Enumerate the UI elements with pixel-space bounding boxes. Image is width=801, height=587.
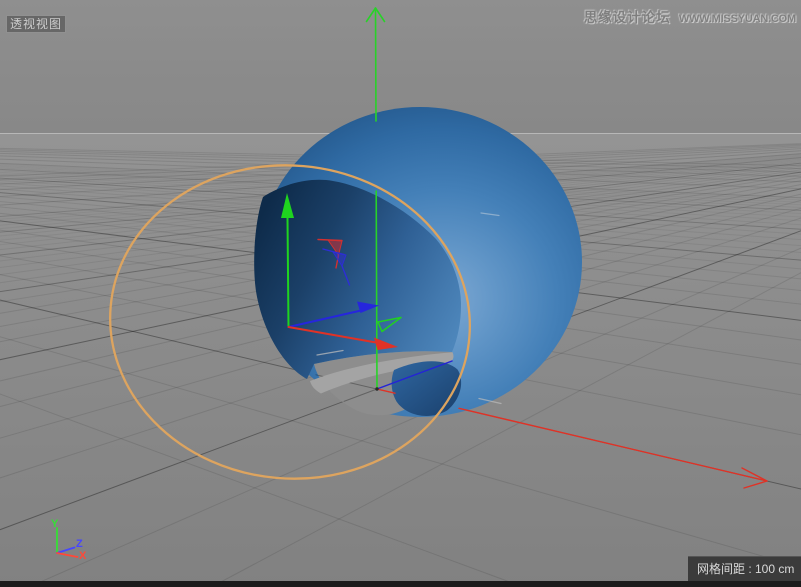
hud-z-label: Z	[76, 538, 83, 550]
viewport-label: 透视视图	[6, 15, 66, 33]
watermark-site-url: WWW.MISSYUAN.COM	[679, 13, 796, 25]
viewport-bottom-edge	[0, 581, 801, 587]
watermark-site-name: 思缘设计论坛	[584, 6, 671, 26]
hud-x-label: X	[79, 550, 87, 562]
hud-y-label: Y	[51, 518, 59, 530]
viewport-canvas[interactable]: Y ZX	[0, 0, 801, 587]
world-origin-point	[375, 387, 378, 390]
viewport[interactable]: Y ZX 透视视图 思缘设计论坛 WWW.MISSYUAN.COM 网格间距 : …	[0, 0, 801, 587]
grid-spacing-badge: 网格间距 : 100 cm	[688, 556, 801, 581]
watermark: 思缘设计论坛 WWW.MISSYUAN.COM	[584, 6, 796, 26]
